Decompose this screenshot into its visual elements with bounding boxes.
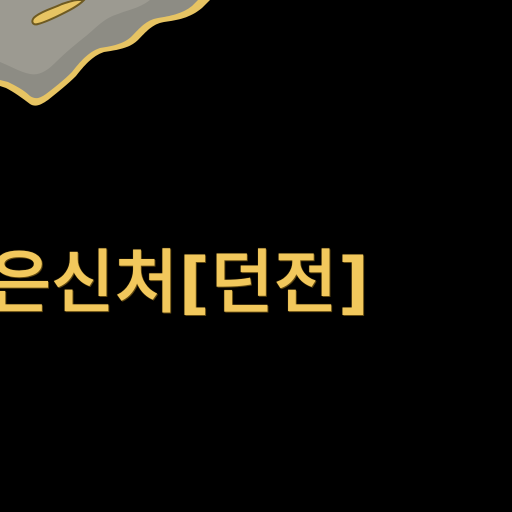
location-title: 은신처[던전] bbox=[0, 244, 370, 323]
game-screen: 은신처[던전] bbox=[0, 0, 512, 512]
map-fragment-icon bbox=[0, 0, 210, 106]
